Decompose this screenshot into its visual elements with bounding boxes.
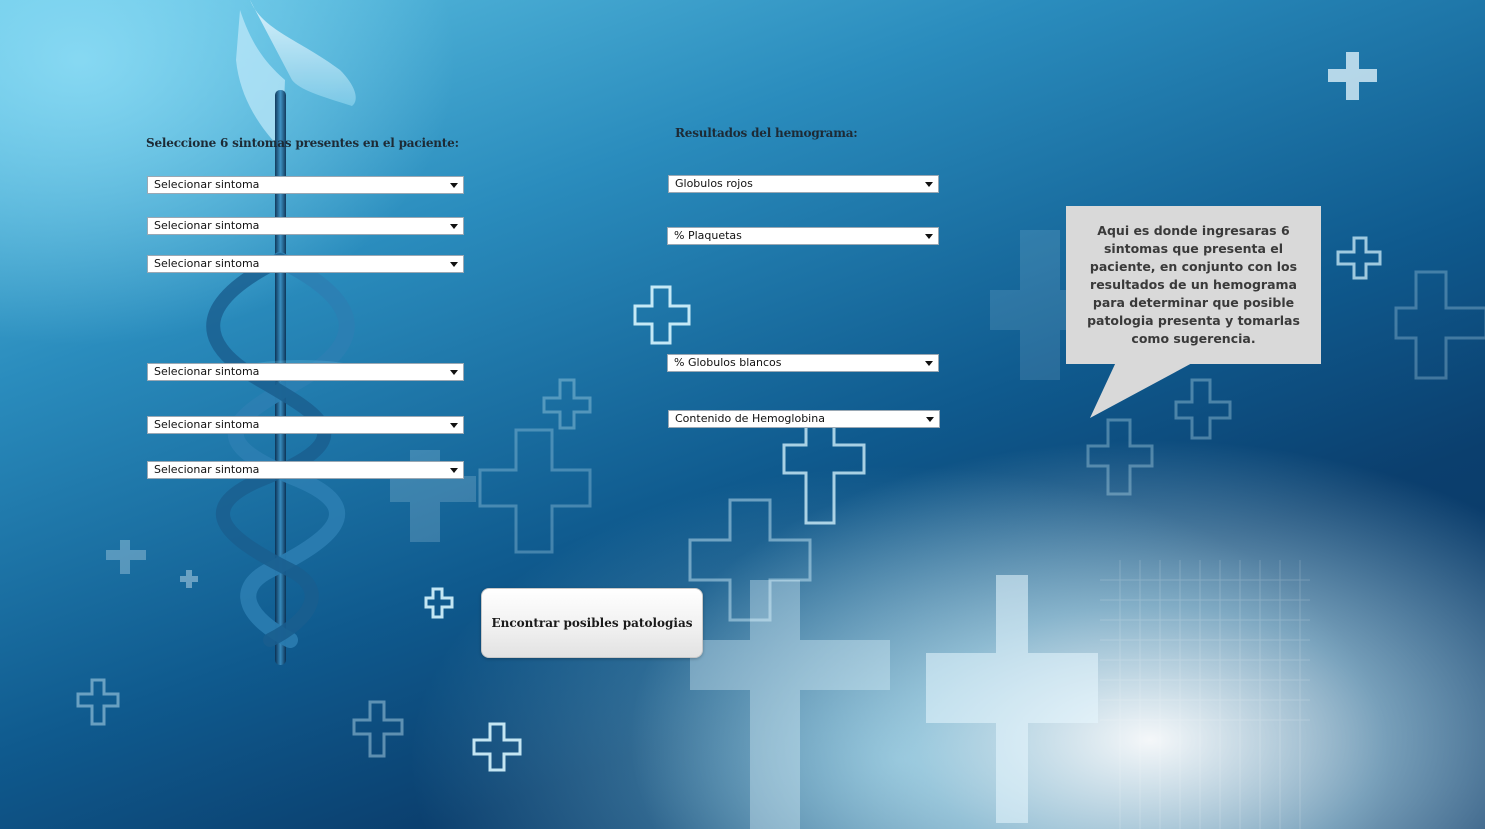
symptom-select-5[interactable]: Selecionar sintoma <box>147 416 464 434</box>
info-bubble-text: Aqui es donde ingresaras 6 sintomas que … <box>1087 223 1300 346</box>
symptom-select-value: Selecionar sintoma <box>154 219 260 232</box>
cross-icon <box>472 722 522 772</box>
cross-icon <box>1336 236 1382 280</box>
cross-icon <box>478 428 592 554</box>
cross-icon <box>352 700 404 758</box>
symptom-select-value: Selecionar sintoma <box>154 178 260 191</box>
symptom-select-3[interactable]: Selecionar sintoma <box>147 255 464 273</box>
chevron-down-icon <box>450 224 458 229</box>
hemogram-select-hemoglobin[interactable]: Contenido de Hemoglobina <box>668 410 940 428</box>
hemogram-select-value: % Globulos blancos <box>674 356 782 369</box>
symptom-select-value: Selecionar sintoma <box>154 257 260 270</box>
chevron-down-icon <box>450 183 458 188</box>
hemogram-select-value: Contenido de Hemoglobina <box>675 412 825 425</box>
chevron-down-icon <box>925 361 933 366</box>
symptom-select-6[interactable]: Selecionar sintoma <box>147 461 464 479</box>
cross-icon <box>690 580 890 829</box>
speech-bubble-tail <box>1090 362 1194 418</box>
caduceus-icon <box>206 0 360 665</box>
cross-icon <box>1086 418 1154 496</box>
hemogram-select-platelets[interactable]: % Plaquetas <box>667 227 939 245</box>
symptom-select-value: Selecionar sintoma <box>154 418 260 431</box>
cross-icon <box>424 587 454 619</box>
hemogram-select-red-cells[interactable]: Globulos rojos <box>668 175 939 193</box>
cross-icon <box>688 498 812 622</box>
cross-icon <box>1394 270 1485 380</box>
symptoms-label: Seleccione 6 sintomas presentes en el pa… <box>146 136 459 150</box>
cross-icon <box>633 285 691 345</box>
chevron-down-icon <box>450 468 458 473</box>
find-pathologies-button-label: Encontrar posibles patologias <box>491 616 693 630</box>
cross-icon <box>782 416 866 525</box>
chevron-down-icon <box>450 423 458 428</box>
cross-icon <box>106 540 146 574</box>
symptom-select-2[interactable]: Selecionar sintoma <box>147 217 464 235</box>
chevron-down-icon <box>925 234 933 239</box>
hemogram-select-value: Globulos rojos <box>675 177 753 190</box>
hemogram-label: Resultados del hemograma: <box>675 126 858 140</box>
info-bubble: Aqui es donde ingresaras 6 sintomas que … <box>1066 206 1321 364</box>
cross-icon <box>76 678 120 726</box>
chevron-down-icon <box>926 417 934 422</box>
cross-icon <box>180 570 198 588</box>
cross-icon <box>926 575 1098 823</box>
find-pathologies-button[interactable]: Encontrar posibles patologias <box>481 588 703 658</box>
symptom-select-1[interactable]: Selecionar sintoma <box>147 176 464 194</box>
chevron-down-icon <box>450 262 458 267</box>
chevron-down-icon <box>450 370 458 375</box>
symptom-select-value: Selecionar sintoma <box>154 365 260 378</box>
hemogram-select-white-cells[interactable]: % Globulos blancos <box>667 354 939 372</box>
symptom-select-4[interactable]: Selecionar sintoma <box>147 363 464 381</box>
symptom-select-value: Selecionar sintoma <box>154 463 260 476</box>
cross-icon <box>1328 52 1377 100</box>
cross-icon <box>542 378 592 430</box>
hemogram-select-value: % Plaquetas <box>674 229 742 242</box>
chevron-down-icon <box>925 182 933 187</box>
